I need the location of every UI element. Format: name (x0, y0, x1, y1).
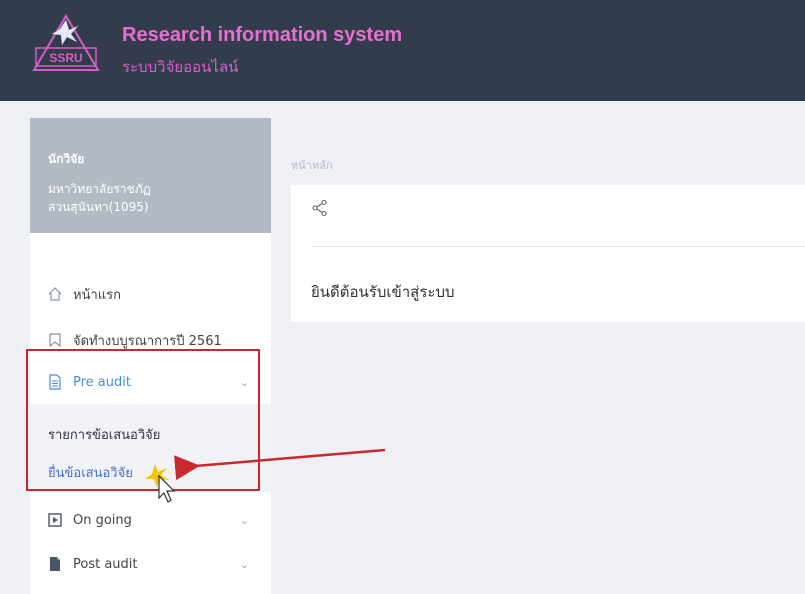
file-icon (47, 556, 63, 572)
sidebar-item-label: On going (73, 512, 132, 528)
welcome-message: ยินดีต้อนรับเข้าสู่ระบบ (311, 283, 455, 301)
share-icon[interactable] (311, 199, 329, 217)
home-icon (47, 286, 63, 302)
chevron-down-icon: ⌄ (239, 558, 249, 571)
sidebar-item-label: Post audit (73, 556, 138, 572)
sidebar-item-home[interactable]: หน้าแรก (30, 274, 271, 314)
app-title: Research information system (122, 24, 403, 46)
sidebar-item-label: จัดทำงบบูรณาการปี 2561 (73, 333, 222, 349)
ssru-logo[interactable]: SSRU (30, 12, 102, 74)
app-header: SSRU Research information system ระบบวิจ… (0, 0, 805, 101)
app-subtitle: ระบบวิจัยออนไลน์ (122, 58, 239, 76)
user-role: นักวิจัย (48, 152, 85, 166)
mouse-cursor-icon (145, 464, 176, 503)
card-divider (311, 246, 805, 247)
bookmark-icon (47, 332, 63, 348)
welcome-card: ยินดีต้อนรับเข้าสู่ระบบ (291, 185, 805, 322)
user-org-line2: สวนสุนันทา(1095) (48, 200, 149, 214)
sidebar-item-post-audit[interactable]: Post audit ⌄ (30, 544, 271, 584)
play-icon (47, 512, 63, 528)
breadcrumb[interactable]: หน้าหลัก (291, 156, 333, 174)
user-org-line1: มหาวิทยาลัยราชภัฏ (48, 182, 151, 196)
chevron-down-icon: ⌄ (239, 514, 249, 527)
user-panel: นักวิจัย มหาวิทยาลัยราชภัฏ สวนสุนันทา(10… (30, 118, 271, 233)
logo-text: SSRU (49, 51, 82, 65)
sidebar-item-label: หน้าแรก (73, 287, 121, 303)
